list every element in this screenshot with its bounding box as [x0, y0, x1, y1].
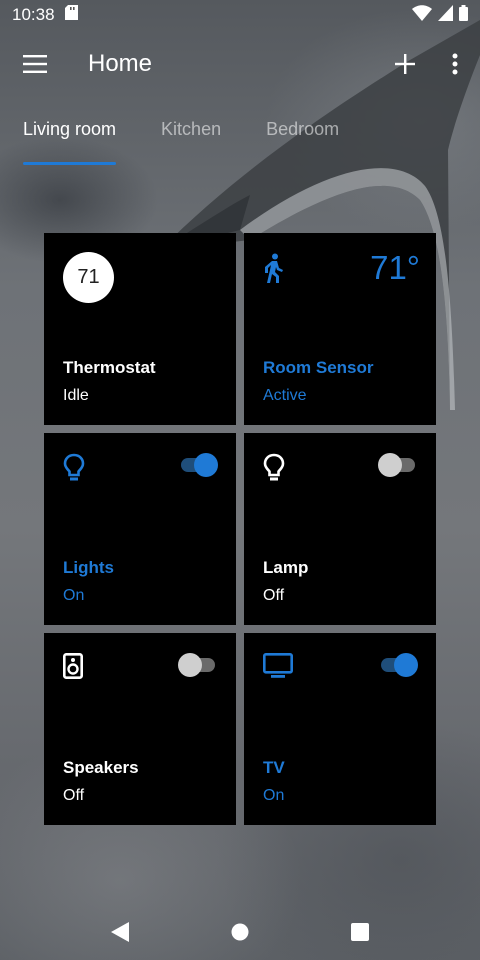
device-state: Off — [63, 787, 85, 804]
lamp-toggle-switch[interactable] — [378, 453, 418, 477]
speakers-card[interactable]: Speakers Off — [44, 633, 236, 825]
speaker-icon — [62, 652, 83, 684]
back-button[interactable] — [90, 904, 150, 960]
cell-signal-icon — [438, 4, 453, 26]
switch-thumb — [194, 453, 218, 477]
tv-icon — [262, 652, 293, 684]
thermostat-dial: 71 — [63, 252, 114, 303]
device-state: Off — [263, 587, 285, 604]
device-state: Active — [263, 387, 307, 404]
room-tabs: Living room Kitchen Bedroom — [0, 105, 480, 165]
recents-square-icon — [351, 923, 369, 941]
back-triangle-icon — [111, 922, 129, 942]
switch-thumb — [394, 653, 418, 677]
device-name: Room Sensor — [263, 358, 374, 377]
status-bar: 10:38 — [0, 0, 480, 30]
device-state: On — [63, 587, 85, 604]
page-title: Home — [88, 50, 153, 77]
room-sensor-card[interactable]: 71° Room Sensor Active — [244, 233, 436, 425]
tv-card[interactable]: TV On — [244, 633, 436, 825]
more-vert-icon — [452, 53, 458, 75]
device-name: Thermostat — [63, 358, 156, 377]
device-grid: 71 Thermostat Idle 71° Room Sensor Activ… — [44, 233, 436, 825]
lights-toggle-switch[interactable] — [178, 453, 218, 477]
thermostat-card[interactable]: 71 Thermostat Idle — [44, 233, 236, 425]
tab-kitchen[interactable]: Kitchen — [161, 105, 221, 161]
device-state: Idle — [63, 387, 89, 404]
wifi-icon — [412, 4, 432, 26]
device-state: On — [263, 787, 285, 804]
tab-bedroom[interactable]: Bedroom — [266, 105, 339, 161]
device-name: Lights — [63, 558, 114, 577]
device-name: Speakers — [63, 758, 139, 777]
device-name: Lamp — [263, 558, 309, 577]
switch-thumb — [178, 653, 202, 677]
system-navigation-bar — [0, 904, 480, 960]
device-name: TV — [263, 758, 285, 777]
menu-button[interactable] — [0, 38, 70, 90]
home-circle-icon — [231, 923, 249, 941]
recents-button[interactable] — [330, 904, 390, 960]
add-button[interactable] — [380, 38, 430, 90]
sd-card-icon — [64, 5, 78, 25]
battery-icon — [459, 4, 468, 26]
hamburger-menu-icon — [23, 55, 47, 73]
plus-icon — [395, 54, 415, 74]
overflow-menu-button[interactable] — [430, 38, 480, 90]
walking-person-icon — [263, 253, 285, 288]
lights-card[interactable]: Lights On — [44, 433, 236, 625]
lightbulb-icon — [263, 453, 285, 488]
sensor-temperature: 71° — [370, 249, 420, 286]
switch-thumb — [378, 453, 402, 477]
lamp-card[interactable]: Lamp Off — [244, 433, 436, 625]
lightbulb-icon — [63, 453, 85, 488]
tab-living-room[interactable]: Living room — [23, 105, 117, 165]
speakers-toggle-switch[interactable] — [178, 653, 218, 677]
app-bar: Home — [0, 38, 480, 90]
status-time: 10:38 — [12, 5, 55, 24]
home-button[interactable] — [210, 904, 270, 960]
tv-toggle-switch[interactable] — [378, 653, 418, 677]
